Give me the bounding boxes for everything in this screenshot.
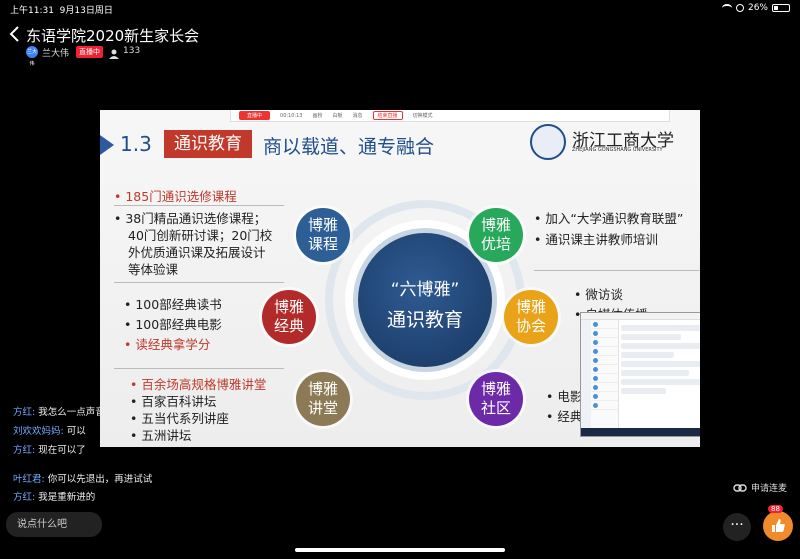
chat-message: 刘欢欢妈妈: 可以 [13, 426, 86, 437]
bubble-jiangtang: 博雅 讲堂 [296, 372, 350, 426]
viewer-count: 133 [123, 46, 141, 56]
rotation-lock-icon [735, 4, 744, 12]
divider [534, 270, 700, 271]
center-title: “六博雅” [390, 280, 460, 300]
screen-share-window[interactable] [580, 312, 700, 437]
chat-message: 方红: 现在可以了 [13, 445, 86, 456]
slide-text-block: • 电影 • 经典 [546, 389, 583, 424]
pip-taskbar [581, 428, 700, 436]
apply-link-mic-button[interactable]: 申请连麦 [733, 481, 787, 494]
thumbs-up-icon [772, 519, 785, 532]
pip-sidebar [581, 320, 591, 430]
timer: 00:10:13 [280, 112, 303, 119]
battery-percent: 26% [747, 3, 768, 13]
avatar[interactable]: 兰大伟 [26, 46, 38, 67]
wifi-icon [721, 4, 732, 12]
chat-message: 方红: 我怎么一点声音都没有 [13, 407, 134, 418]
toolbar-item: 画粉 [312, 113, 323, 119]
end-live-button: 结束直播 [372, 111, 403, 120]
live-badge: 直播中 [76, 46, 103, 58]
user-icon [108, 45, 120, 59]
section-subtitle: 商以载道、通专融合 [263, 136, 435, 158]
divider [114, 205, 284, 206]
back-icon [9, 26, 19, 42]
university-name-en: ZHEJIANG GONGSHANG UNIVERSITY [572, 147, 663, 153]
bubble-shequ: 博雅 社区 [469, 372, 523, 426]
university-seal [530, 124, 566, 160]
section-arrow [100, 135, 114, 155]
page-title: 东语学院2020新生家长会 [26, 27, 200, 45]
bubble-youpei: 博雅 优培 [469, 208, 523, 262]
bubble-xiehui: 博雅 协会 [504, 290, 558, 344]
slide-text-block: • 38门精品通识选修课程； 40门创新研讨课；20门校 外优质通识课及拓展设计… [114, 211, 273, 277]
live-video[interactable]: 直播中 00:10:13 画粉 白板 消息 结束直播 切换模式 1.3 通识教育… [100, 110, 700, 447]
battery-icon [772, 4, 790, 12]
back-button[interactable] [8, 25, 22, 43]
center-subtitle: 通识教育 [386, 309, 463, 331]
presenter-toolbar: 直播中 00:10:13 画粉 白板 消息 结束直播 切换模式 [230, 110, 670, 122]
section-number: 1.3 [120, 132, 152, 156]
slide-text-block: • 加入“大学通识教育联盟” • 通识课主讲教师培训 [534, 211, 684, 247]
pip-chat-area [621, 322, 700, 427]
chat-message: 方红: 我是重新进的 [13, 492, 96, 503]
pip-titlebar [581, 313, 700, 320]
like-count: 88 [768, 505, 783, 513]
divider [114, 368, 284, 369]
status-time: 上午11:31 9月13日周日 [10, 6, 113, 16]
divider [114, 282, 284, 283]
toolbar-item: 白板 [332, 113, 343, 119]
link-icon [733, 483, 747, 492]
host-name: 兰大伟 [42, 49, 70, 59]
recording-indicator: 直播中 [239, 111, 271, 120]
status-icons: 26% [721, 3, 790, 13]
slide-text-block: • 百余场高规格博雅讲堂 • 百家百科讲坛 • 五当代系列讲座 • 五洲讲坛 [130, 377, 267, 443]
chat-message: 叶红君: 你可以先退出，再进试试 [13, 474, 153, 485]
bubble-kecheng: 博雅 课程 [296, 208, 350, 262]
home-indicator[interactable] [295, 548, 505, 552]
toolbar-item: 消息 [352, 113, 363, 119]
like-button[interactable] [763, 511, 793, 541]
slide-text-block: • 100部经典读书 • 100部经典电影 • 读经典拿学分 [124, 297, 222, 352]
chat-input[interactable]: 说点什么吧 [6, 512, 102, 537]
bubble-jingdian: 博雅 经典 [262, 290, 316, 344]
pip-conversation-list [591, 320, 619, 430]
toolbar-item: 切换模式 [412, 113, 433, 119]
slide-text: • 185门通识选修课程 [114, 189, 237, 204]
apply-link-label: 申请连麦 [751, 484, 788, 494]
section-title: 通识教育 [164, 130, 252, 158]
more-button[interactable]: ··· [723, 513, 751, 541]
